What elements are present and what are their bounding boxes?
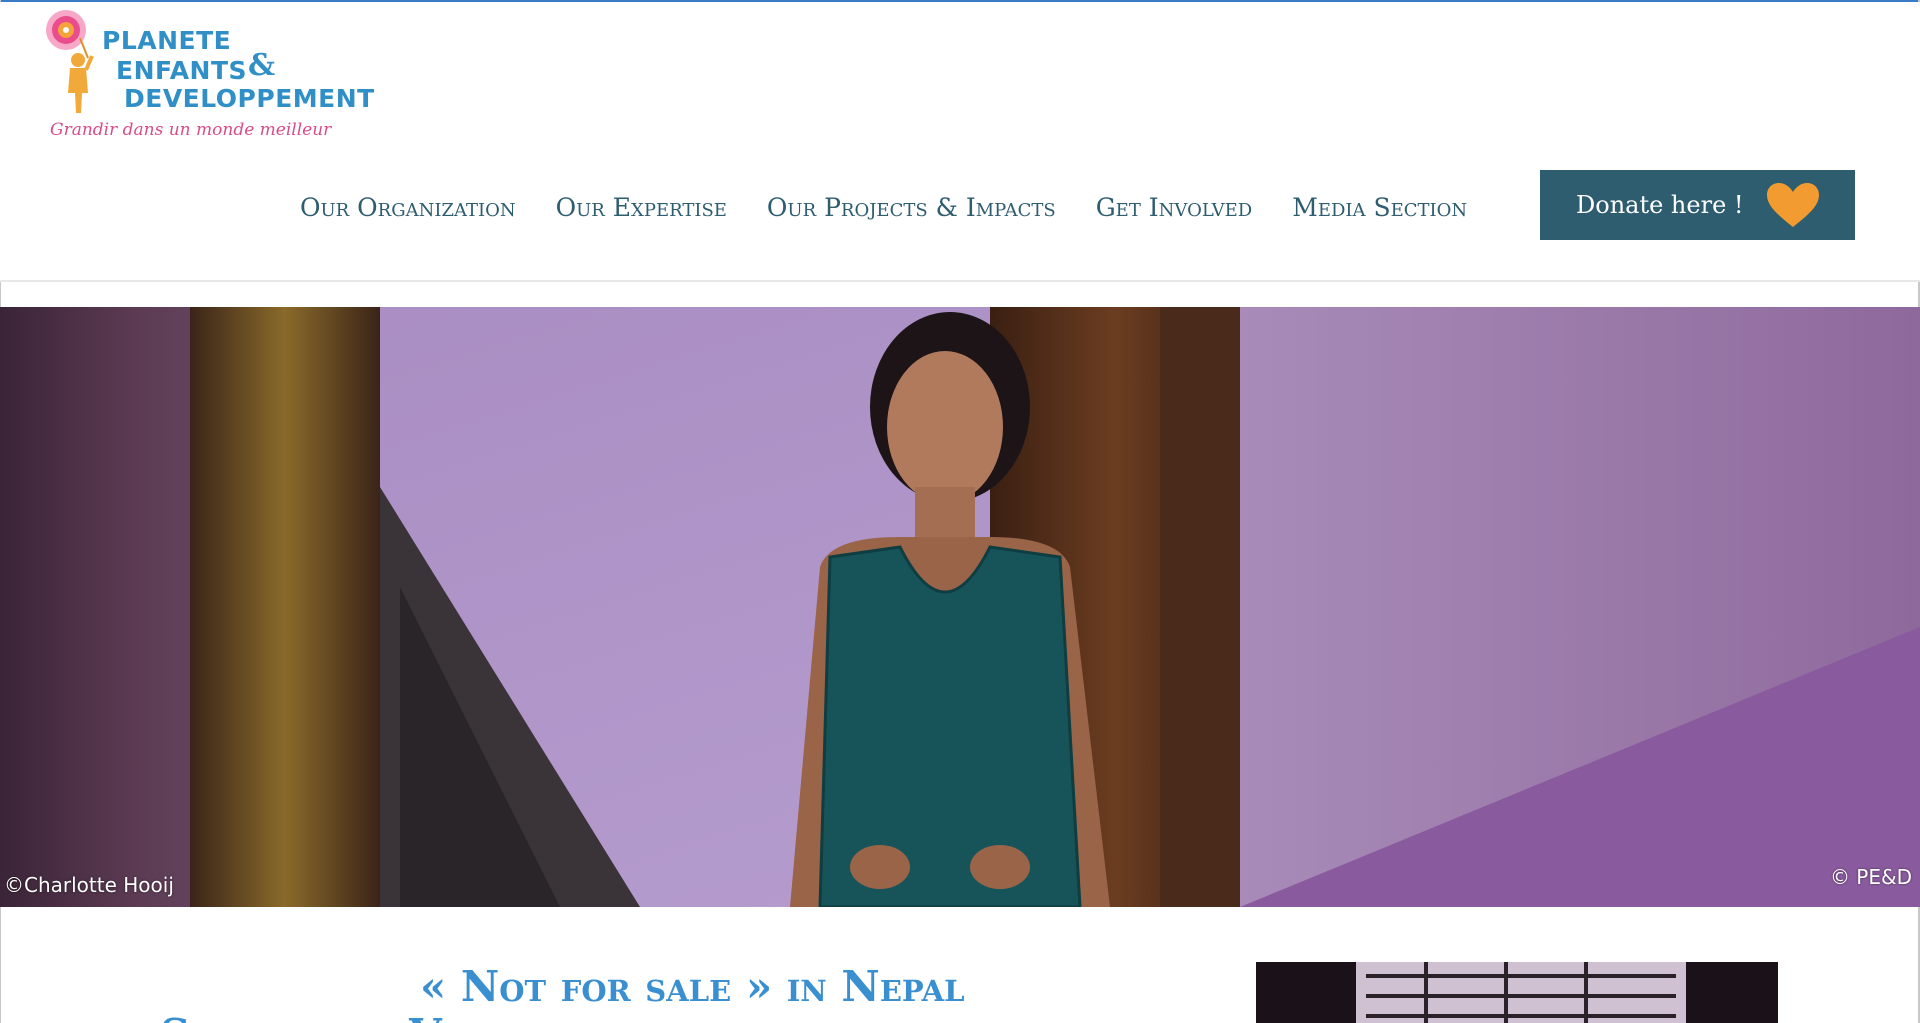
logo-ampersand: & bbox=[248, 48, 276, 83]
heart-icon bbox=[1766, 183, 1819, 227]
photo-credit-right: © PE&D bbox=[1829, 865, 1912, 889]
logo-text-planete: PLANETE bbox=[102, 26, 232, 55]
nav-our-expertise[interactable]: Our Expertise bbox=[556, 193, 727, 222]
header-divider bbox=[0, 280, 1920, 282]
article-title: « Not for sale » in Nepal bbox=[420, 962, 965, 1011]
thumbnail-photo bbox=[1256, 962, 1778, 1023]
logo-text-enfants: ENFANTS bbox=[116, 56, 248, 85]
nav-get-involved[interactable]: Get Involved bbox=[1096, 193, 1253, 222]
article-subtitle: Supporting V bbox=[160, 1010, 442, 1023]
child-balloon-logo-icon bbox=[46, 10, 94, 113]
site-logo[interactable]: PLANETE ENFANTS & DEVELOPPEMENT Grandir … bbox=[40, 8, 374, 148]
site-header: PLANETE ENFANTS & DEVELOPPEMENT Grandir … bbox=[0, 2, 1920, 280]
hero-banner: ©Charlotte Hooij © PE&D bbox=[0, 307, 1920, 907]
photo-credit-left: ©Charlotte Hooij bbox=[4, 873, 174, 897]
nav-our-organization[interactable]: Our Organization bbox=[300, 193, 516, 222]
nav-media-section[interactable]: Media Section bbox=[1292, 193, 1467, 222]
main-navigation: Our Organization Our Expertise Our Proje… bbox=[300, 187, 1467, 227]
donate-button[interactable]: Donate here ! bbox=[1540, 170, 1855, 240]
side-thumbnail-image[interactable] bbox=[1256, 962, 1778, 1023]
logo-tagline: Grandir dans un monde meilleur bbox=[50, 120, 332, 140]
donate-button-label: Donate here ! bbox=[1576, 191, 1744, 219]
hero-photo-woman-in-doorway bbox=[0, 307, 1920, 907]
logo-text-developpement: DEVELOPPEMENT bbox=[124, 84, 375, 113]
nav-our-projects-impacts[interactable]: Our Projects & Impacts bbox=[767, 193, 1056, 222]
